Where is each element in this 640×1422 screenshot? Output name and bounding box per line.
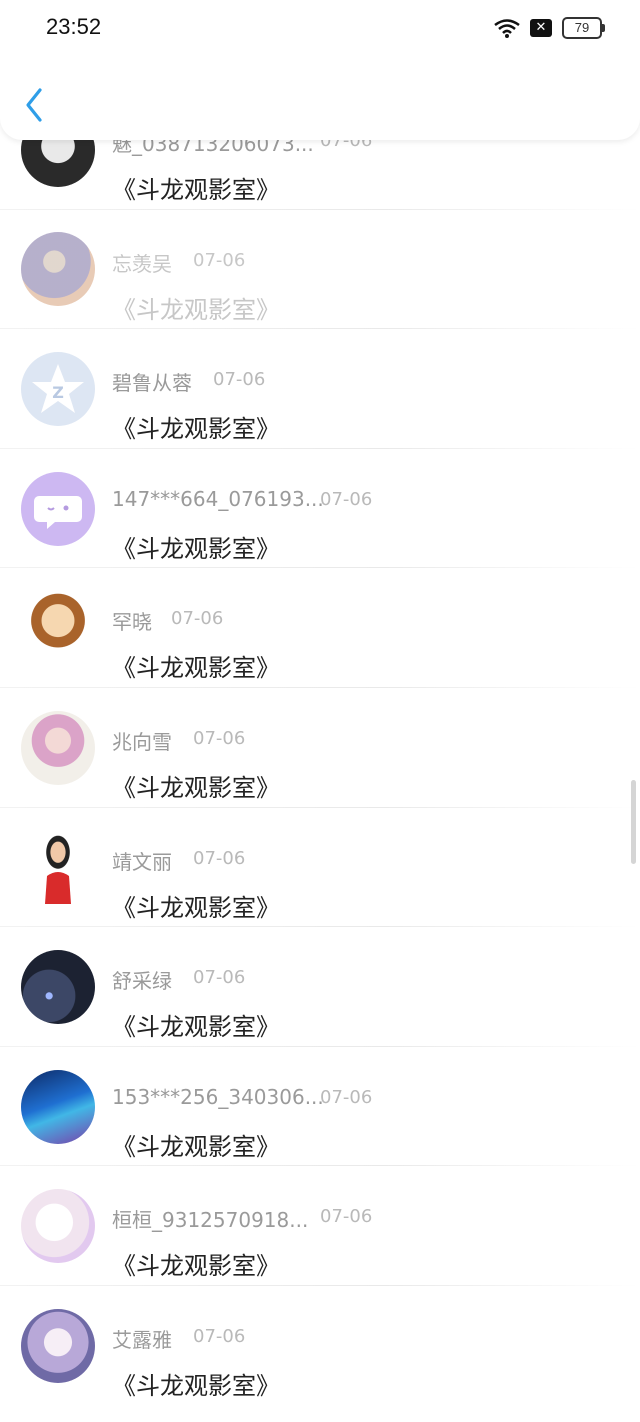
avatar[interactable]	[21, 949, 95, 1024]
list-item[interactable]: 桓桓_9312570918... 07-06 《斗龙观影室》	[0, 1166, 640, 1286]
item-title: 《斗龙观影室》	[112, 1132, 280, 1161]
user-name: 桓桓_9312570918...	[112, 1208, 309, 1233]
user-name: 兆向雪	[112, 729, 172, 754]
user-name: 153***256_340306...	[112, 1084, 324, 1109]
top-bar: 23:52 ✕ 79	[0, 0, 640, 140]
item-title: 《斗龙观影室》	[112, 893, 280, 922]
status-time: 23:52	[46, 14, 102, 39]
list-item[interactable]: 兆向雪 07-06 《斗龙观影室》	[0, 688, 640, 808]
no-signal-icon: ✕	[530, 19, 552, 37]
date: 07-06	[171, 608, 224, 630]
list-item[interactable]: Z 碧鲁从蓉 07-06 《斗龙观影室》	[0, 329, 640, 449]
battery-icon: 79	[562, 17, 605, 39]
list-item[interactable]: 147***664_076193... 07-06 《斗龙观影室》	[0, 449, 640, 569]
avatar[interactable]	[21, 1189, 95, 1264]
item-title: 《斗龙观影室》	[112, 773, 280, 802]
person-figure-icon	[45, 872, 71, 905]
list-item[interactable]: 忘羡吴 07-06 《斗龙观影室》	[0, 210, 640, 330]
list-item[interactable]: 靖文丽 07-06 《斗龙观影室》	[0, 808, 640, 928]
date: 07-06	[193, 727, 246, 749]
comment-list: 魅_038713206073... 07-06 《斗龙观影室》 忘羡吴 07-0…	[0, 90, 640, 1406]
user-name: 靖文丽	[112, 849, 172, 874]
avatar[interactable]	[21, 1069, 95, 1144]
avatar[interactable]	[21, 710, 95, 785]
date: 07-06	[213, 369, 266, 391]
item-title: 《斗龙观影室》	[112, 1252, 280, 1281]
list-item[interactable]: 罕晓 07-06 《斗龙观影室》	[0, 568, 640, 688]
date: 07-06	[320, 488, 373, 510]
date: 07-06	[320, 1206, 373, 1228]
chevron-left-icon	[26, 88, 42, 122]
item-title: 《斗龙观影室》	[112, 176, 280, 204]
svg-text:Z: Z	[52, 383, 64, 402]
list-item[interactable]: 153***256_340306... 07-06 《斗龙观影室》	[0, 1047, 640, 1167]
date: 07-06	[320, 1086, 373, 1108]
item-title: 《斗龙观影室》	[112, 654, 280, 683]
user-name: 罕晓	[112, 610, 152, 635]
user-name: 忘羡吴	[112, 251, 172, 276]
avatar[interactable]	[21, 232, 95, 307]
user-name: 艾露雅	[112, 1327, 172, 1352]
item-title: 《斗龙观影室》	[112, 1371, 280, 1400]
avatar[interactable]	[21, 471, 95, 546]
list-item[interactable]: 舒采绿 07-06 《斗龙观影室》	[0, 927, 640, 1047]
status-icons: ✕ 79	[494, 17, 605, 39]
date: 07-06	[193, 1325, 246, 1347]
item-title: 《斗龙观影室》	[112, 534, 280, 563]
chat-bubble-icon	[34, 495, 82, 529]
date: 07-06	[193, 249, 246, 271]
date: 07-06	[193, 847, 246, 869]
avatar[interactable]	[21, 591, 95, 666]
avatar[interactable]	[21, 830, 95, 905]
user-name: 碧鲁从蓉	[112, 371, 192, 396]
avatar[interactable]: Z	[21, 351, 95, 426]
wifi-icon	[494, 18, 520, 38]
date: 07-06	[193, 967, 246, 989]
user-name: 147***664_076193...	[112, 486, 324, 511]
user-name: 舒采绿	[112, 969, 172, 994]
item-title: 《斗龙观影室》	[112, 415, 280, 444]
back-button[interactable]	[20, 84, 52, 126]
qq-star-icon: Z	[32, 363, 84, 413]
avatar[interactable]	[21, 1308, 95, 1383]
list-item[interactable]: 艾露雅 07-06 《斗龙观影室》	[0, 1286, 640, 1406]
item-title: 《斗龙观影室》	[112, 1013, 280, 1042]
scrollbar[interactable]	[631, 780, 636, 864]
item-title: 《斗龙观影室》	[112, 295, 280, 324]
